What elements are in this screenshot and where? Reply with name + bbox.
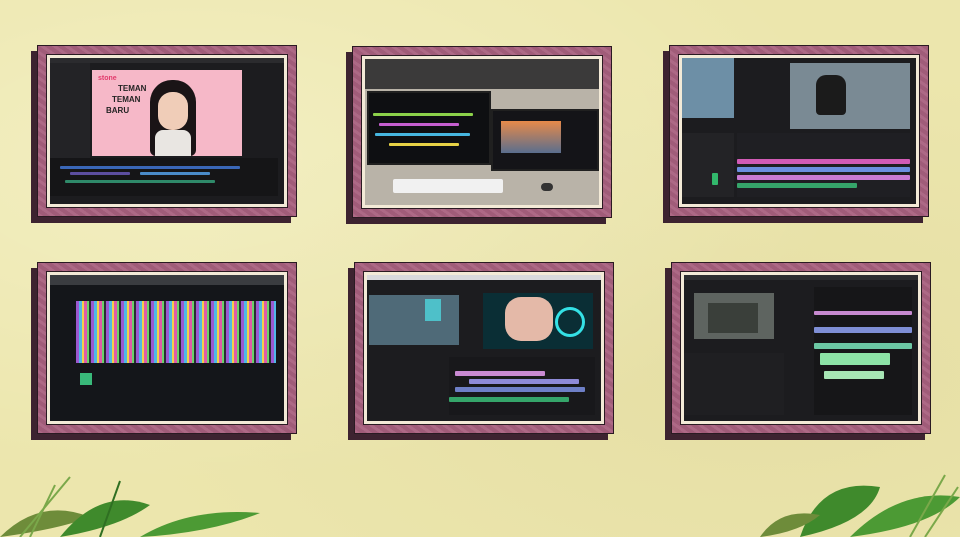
frame-mat — [680, 271, 922, 425]
monitor-bezel — [50, 275, 284, 285]
frame-mat — [361, 55, 603, 209]
overlay-line3: BARU — [106, 106, 130, 115]
menubar — [367, 275, 601, 280]
palm-leaves-right — [760, 474, 960, 537]
photo-frame-2 — [352, 46, 612, 218]
palm-leaves-left — [0, 476, 260, 537]
frame-mat — [678, 54, 920, 208]
timeline-panel — [737, 133, 910, 197]
timeline-panel — [449, 357, 595, 415]
photo-frame-3 — [669, 45, 929, 217]
colorful-clips — [76, 301, 276, 363]
browser-panel — [50, 63, 90, 158]
project-panel — [367, 357, 447, 415]
timeline-panel — [50, 158, 278, 196]
photo-frame-6 — [671, 262, 931, 434]
source-monitor — [369, 295, 459, 345]
ceiling — [365, 59, 599, 89]
program-monitor — [483, 293, 593, 349]
screenshot-desk-dual-monitors — [365, 59, 599, 205]
source-monitor — [682, 58, 734, 118]
frame-mat — [46, 271, 288, 425]
frame-mat: stone TEMAN TEMAN BARU — [46, 54, 288, 208]
mouse — [541, 183, 553, 191]
photo-frame-4 — [37, 262, 297, 434]
keyboard — [393, 179, 503, 193]
frame-mat — [363, 271, 605, 425]
sunset-preview — [501, 121, 561, 153]
photo-frame-1: stone TEMAN TEMAN BARU — [37, 45, 297, 217]
overlay-brand: stone — [98, 75, 117, 82]
program-monitor — [790, 63, 910, 129]
program-monitor — [694, 293, 774, 339]
person-face — [158, 92, 188, 130]
screenshot-angled-timeline — [50, 275, 284, 421]
project-panel — [682, 133, 734, 197]
marker — [80, 373, 92, 385]
timeline-panel — [814, 287, 912, 415]
screenshot-final-cut-interview: stone TEMAN TEMAN BARU — [50, 58, 284, 204]
viewer-pink: stone TEMAN TEMAN BARU — [92, 70, 242, 156]
photo-frame-5 — [354, 262, 614, 434]
right-monitor — [491, 109, 599, 171]
screenshot-premiere-studio — [682, 58, 916, 204]
menubar — [684, 275, 918, 280]
screenshot-premiere-neon — [367, 275, 601, 421]
screenshot-premiere-multicam — [684, 275, 918, 421]
overlay-line1: TEMAN — [118, 84, 147, 93]
person-shirt — [155, 130, 191, 156]
overlay-line2: TEMAN — [112, 95, 141, 104]
left-monitor — [367, 91, 491, 165]
project-panel — [684, 353, 784, 415]
